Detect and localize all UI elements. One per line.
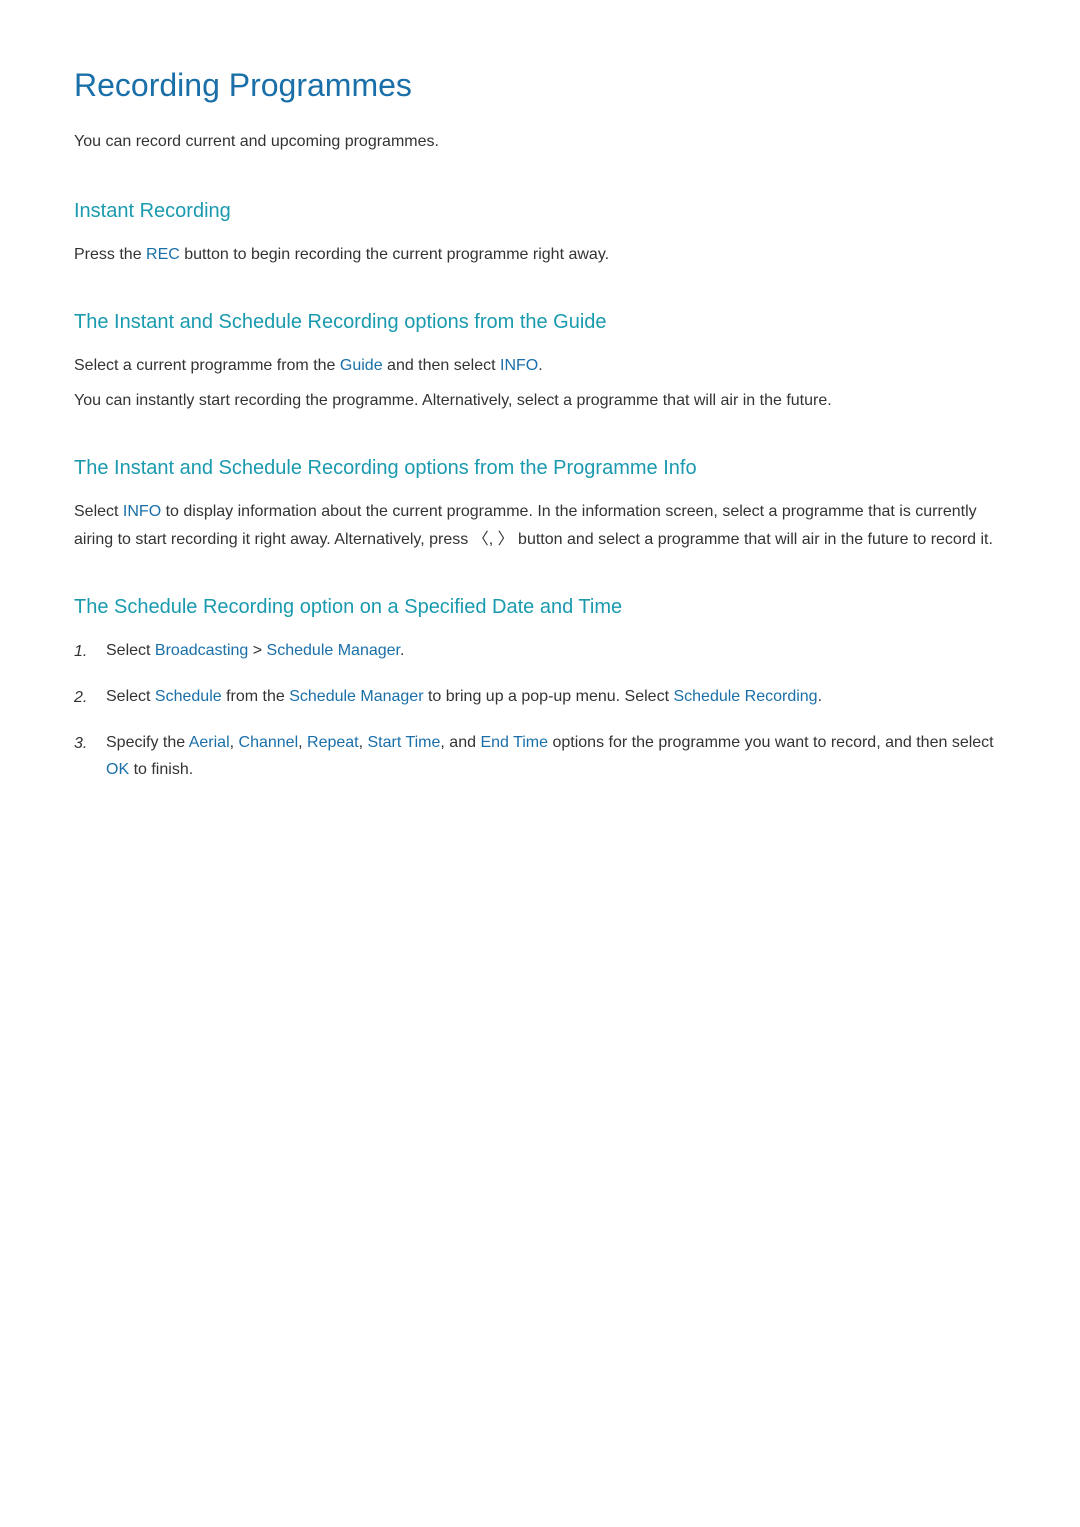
text-part: Select: [106, 688, 155, 705]
highlight-term: Broadcasting: [155, 642, 248, 659]
section-body: Press the REC button to begin recording …: [74, 241, 1006, 268]
section-title: The Instant and Schedule Recording optio…: [74, 452, 1006, 484]
text-part: .: [818, 688, 822, 705]
text-part: and then select: [383, 357, 500, 374]
text-part: Select: [106, 642, 155, 659]
intro-text: You can record current and upcoming prog…: [74, 129, 1006, 155]
text-part: button and select a programme that will …: [514, 531, 993, 548]
section-body: 1.Select Broadcasting > Schedule Manager…: [74, 637, 1006, 784]
text-part: Specify the: [106, 734, 189, 751]
highlight-term: Start Time: [368, 734, 441, 751]
text-part: from the: [222, 688, 290, 705]
highlight-term: Schedule: [155, 688, 222, 705]
highlight-term: Repeat: [307, 734, 359, 751]
ordered-list: 1.Select Broadcasting > Schedule Manager…: [74, 637, 1006, 784]
section-schedule-recording-date-time: The Schedule Recording option on a Speci…: [74, 591, 1006, 784]
paragraph: You can instantly start recording the pr…: [74, 387, 1006, 414]
section-title: The Schedule Recording option on a Speci…: [74, 591, 1006, 623]
section-title: Instant Recording: [74, 195, 1006, 227]
text-part: 〈, 〉: [473, 531, 514, 548]
section-body: Select a current programme from the Guid…: [74, 352, 1006, 414]
list-item: 3.Specify the Aerial, Channel, Repeat, S…: [74, 729, 1006, 783]
highlight-term: Schedule Recording: [673, 688, 817, 705]
text-part: to finish.: [129, 761, 193, 778]
section-instant-schedule-guide: The Instant and Schedule Recording optio…: [74, 306, 1006, 414]
text-part: button to begin recording the current pr…: [180, 246, 609, 263]
paragraph: Select a current programme from the Guid…: [74, 352, 1006, 379]
highlight-term: End Time: [480, 734, 548, 751]
section-body: Select INFO to display information about…: [74, 498, 1006, 552]
text-part: ,: [359, 734, 368, 751]
section-instant-recording: Instant Recording Press the REC button to…: [74, 195, 1006, 268]
highlight-term: Schedule Manager: [267, 642, 400, 659]
section-instant-schedule-programme-info: The Instant and Schedule Recording optio…: [74, 452, 1006, 552]
highlight-term: INFO: [123, 503, 161, 520]
paragraph: Press the REC button to begin recording …: [74, 241, 1006, 268]
text-part: ,: [230, 734, 239, 751]
list-content: Specify the Aerial, Channel, Repeat, Sta…: [106, 729, 1006, 783]
paragraph: Select INFO to display information about…: [74, 498, 1006, 552]
highlight-term: Aerial: [189, 734, 230, 751]
highlight-term: Guide: [340, 357, 383, 374]
text-part: Select: [74, 503, 123, 520]
highlight-term: Schedule Manager: [289, 688, 423, 705]
highlight-term: Channel: [239, 734, 299, 751]
highlight-term: OK: [106, 761, 129, 778]
list-number: 2.: [74, 683, 106, 711]
text-part: .: [538, 357, 542, 374]
text-part: options for the programme you want to re…: [548, 734, 994, 751]
highlight-term: REC: [146, 246, 180, 263]
text-part: >: [248, 642, 266, 659]
section-title: The Instant and Schedule Recording optio…: [74, 306, 1006, 338]
page-title: Recording Programmes: [74, 60, 1006, 111]
text-part: to bring up a pop-up menu. Select: [424, 688, 674, 705]
list-number: 1.: [74, 637, 106, 665]
text-part: .: [400, 642, 404, 659]
list-number: 3.: [74, 729, 106, 757]
sections-container: Instant Recording Press the REC button to…: [74, 195, 1006, 784]
highlight-term: INFO: [500, 357, 538, 374]
list-item: 2.Select Schedule from the Schedule Mana…: [74, 683, 1006, 711]
text-part: You can instantly start recording the pr…: [74, 392, 832, 409]
list-content: Select Schedule from the Schedule Manage…: [106, 683, 1006, 710]
list-content: Select Broadcasting > Schedule Manager.: [106, 637, 1006, 664]
text-part: ,: [298, 734, 307, 751]
text-part: , and: [440, 734, 480, 751]
text-part: Press the: [74, 246, 146, 263]
list-item: 1.Select Broadcasting > Schedule Manager…: [74, 637, 1006, 665]
text-part: Select a current programme from the: [74, 357, 340, 374]
